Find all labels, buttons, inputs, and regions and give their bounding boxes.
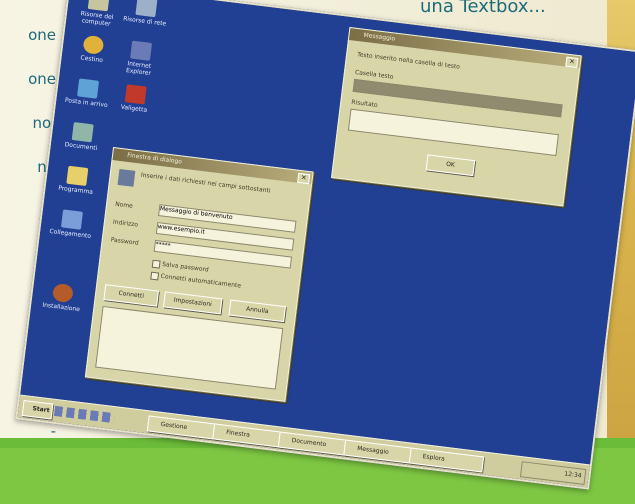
icon-label: Cestino <box>80 54 104 65</box>
result-field[interactable] <box>347 108 559 157</box>
close-icon[interactable]: × <box>565 56 579 69</box>
icon-label: Documenti <box>64 141 98 153</box>
connection-dialog: Finestra di dialogo × Inserire i dati ri… <box>84 147 314 402</box>
textbox-input[interactable] <box>352 78 563 118</box>
article-line: one <box>28 70 56 88</box>
dialog-title: Messaggio <box>363 31 396 43</box>
message-dialog: Messaggio × Testo inserito nella casella… <box>330 26 582 207</box>
save-password-checkbox[interactable] <box>151 259 161 269</box>
briefcase-icon[interactable]: Valigetta <box>112 83 159 115</box>
setup-icon[interactable]: Installazione <box>39 281 86 313</box>
network-icon[interactable]: Risorse di rete <box>122 0 169 28</box>
quick-launch-icons[interactable] <box>53 405 115 424</box>
taskbar-button[interactable]: Esplora <box>408 447 485 473</box>
field-label: Password <box>110 236 140 247</box>
internet-explorer-icon[interactable]: Internet Explorer <box>116 39 164 78</box>
cancel-button[interactable]: Annulla <box>228 299 286 323</box>
shortcut-icon[interactable]: Collegamento <box>48 208 95 240</box>
connect-button[interactable]: Connetti <box>103 284 159 307</box>
field-label: Indirizzo <box>112 218 139 229</box>
taskbar-button[interactable]: Messaggio <box>343 439 419 465</box>
taskbar-button[interactable]: Gestione <box>146 415 223 441</box>
icon-label: Internet Explorer <box>125 60 152 78</box>
computer-icon <box>117 168 136 187</box>
auto-connect-checkbox[interactable] <box>150 271 160 281</box>
icon-label: Risorse del computer <box>80 10 114 28</box>
dialog-title: Finestra di dialogo <box>126 151 183 166</box>
start-button[interactable]: Start <box>21 400 54 420</box>
field-label: Risultato <box>350 98 379 109</box>
checkbox-label: Salva password <box>161 260 210 274</box>
system-tray-clock[interactable]: 12:34 <box>519 461 587 485</box>
field-value: Messaggio di benvenuto <box>159 205 234 222</box>
field-value: ***** <box>155 240 171 250</box>
icon-label: Installazione <box>42 301 81 314</box>
my-computer-icon[interactable]: Risorse del computer <box>74 0 122 29</box>
inbox-icon[interactable]: Posta in arrivo <box>64 77 111 109</box>
folder-icon[interactable]: Documenti <box>59 121 106 153</box>
desktop: Risorse del computer Risorse di rete Ces… <box>20 0 635 466</box>
icon-label: Programma <box>57 184 94 196</box>
recycle-bin-icon[interactable]: Cestino <box>69 33 116 65</box>
close-icon[interactable]: × <box>297 172 311 185</box>
article-line: one <box>28 26 56 44</box>
dialog-titlebar: Finestra di dialogo × <box>112 148 313 185</box>
icon-label: Posta in arrivo <box>64 96 109 110</box>
settings-button[interactable]: Impostazioni <box>162 291 223 315</box>
icon-label: Collegamento <box>49 227 92 240</box>
ok-button[interactable]: OK <box>425 154 476 177</box>
caption: una Textbox... <box>420 0 546 17</box>
field-value: www.esempio.it <box>157 223 206 236</box>
taskbar-button[interactable]: Documento <box>277 431 354 457</box>
screenshot-image: Risorse del computer Risorse di rete Ces… <box>15 0 635 490</box>
field-label: Nome <box>114 200 134 210</box>
dialog-prompt: Testo inserito nella casella di testo <box>356 51 461 71</box>
icon-label: Risorse di rete <box>122 15 167 28</box>
taskbar-button[interactable]: Finestra <box>212 423 288 449</box>
program-icon[interactable]: Programma <box>53 164 100 196</box>
checkbox-label: Connetti automaticamente <box>160 272 242 290</box>
icon-label: Valigetta <box>120 103 148 114</box>
